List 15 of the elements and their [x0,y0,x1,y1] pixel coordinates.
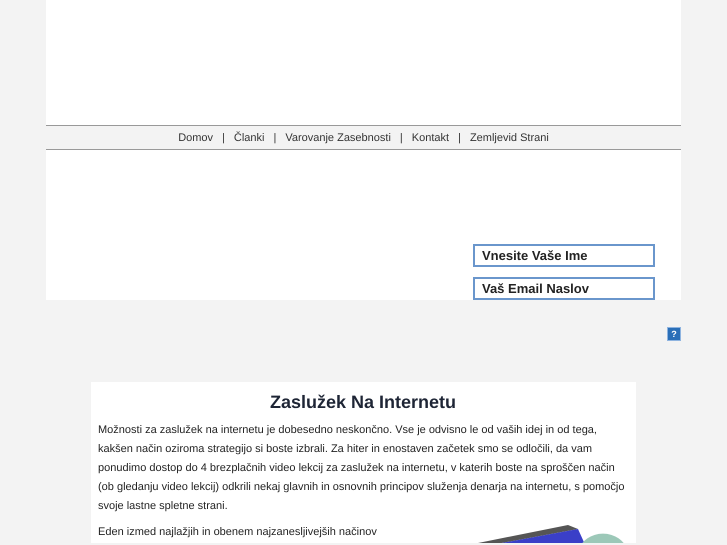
nav-separator: | [273,132,276,144]
nav-link[interactable]: Kontakt [412,132,450,144]
nav-separator: | [458,132,461,144]
article-title: Zaslužek Na Internetu [268,392,458,413]
nav-link[interactable]: Varovanje Zasebnosti [285,132,391,144]
nav-link[interactable]: Članki [234,132,264,144]
nav-link[interactable]: Zemljevid Strani [470,132,549,144]
nav-separator: | [222,132,225,144]
nav-separator: | [400,132,403,144]
article-paragraph: Možnosti za zaslužek na internetu je dobesedno neskončno. Vse je odvisno le od vaših idej in od tega, kakšen način oziroma strategijo si boste izbrali. Za hiter in enostaven začetek smo se odločili, da vam ponudimo dostop do 4 brezplačnih video lekcij za zaslužek na internetu, v katerih boste na sproščen način (ob gledanju video lekcij) odkrili nekaj glavnih in osnovnih principov služenja denarja na internetu, s pomočjo svoje lastne spletne strani. [98,423,626,514]
nav-link[interactable]: Domov [178,132,214,144]
input-field[interactable]: Vaš Email Naslov [473,277,655,300]
input-field[interactable]: Vnesite Vaše Ime [473,244,655,267]
article-paragraph: Eden izmed najlažjih in obenem najzanesljivejših načinov [98,525,378,540]
help-icon[interactable]: ? [667,327,681,341]
